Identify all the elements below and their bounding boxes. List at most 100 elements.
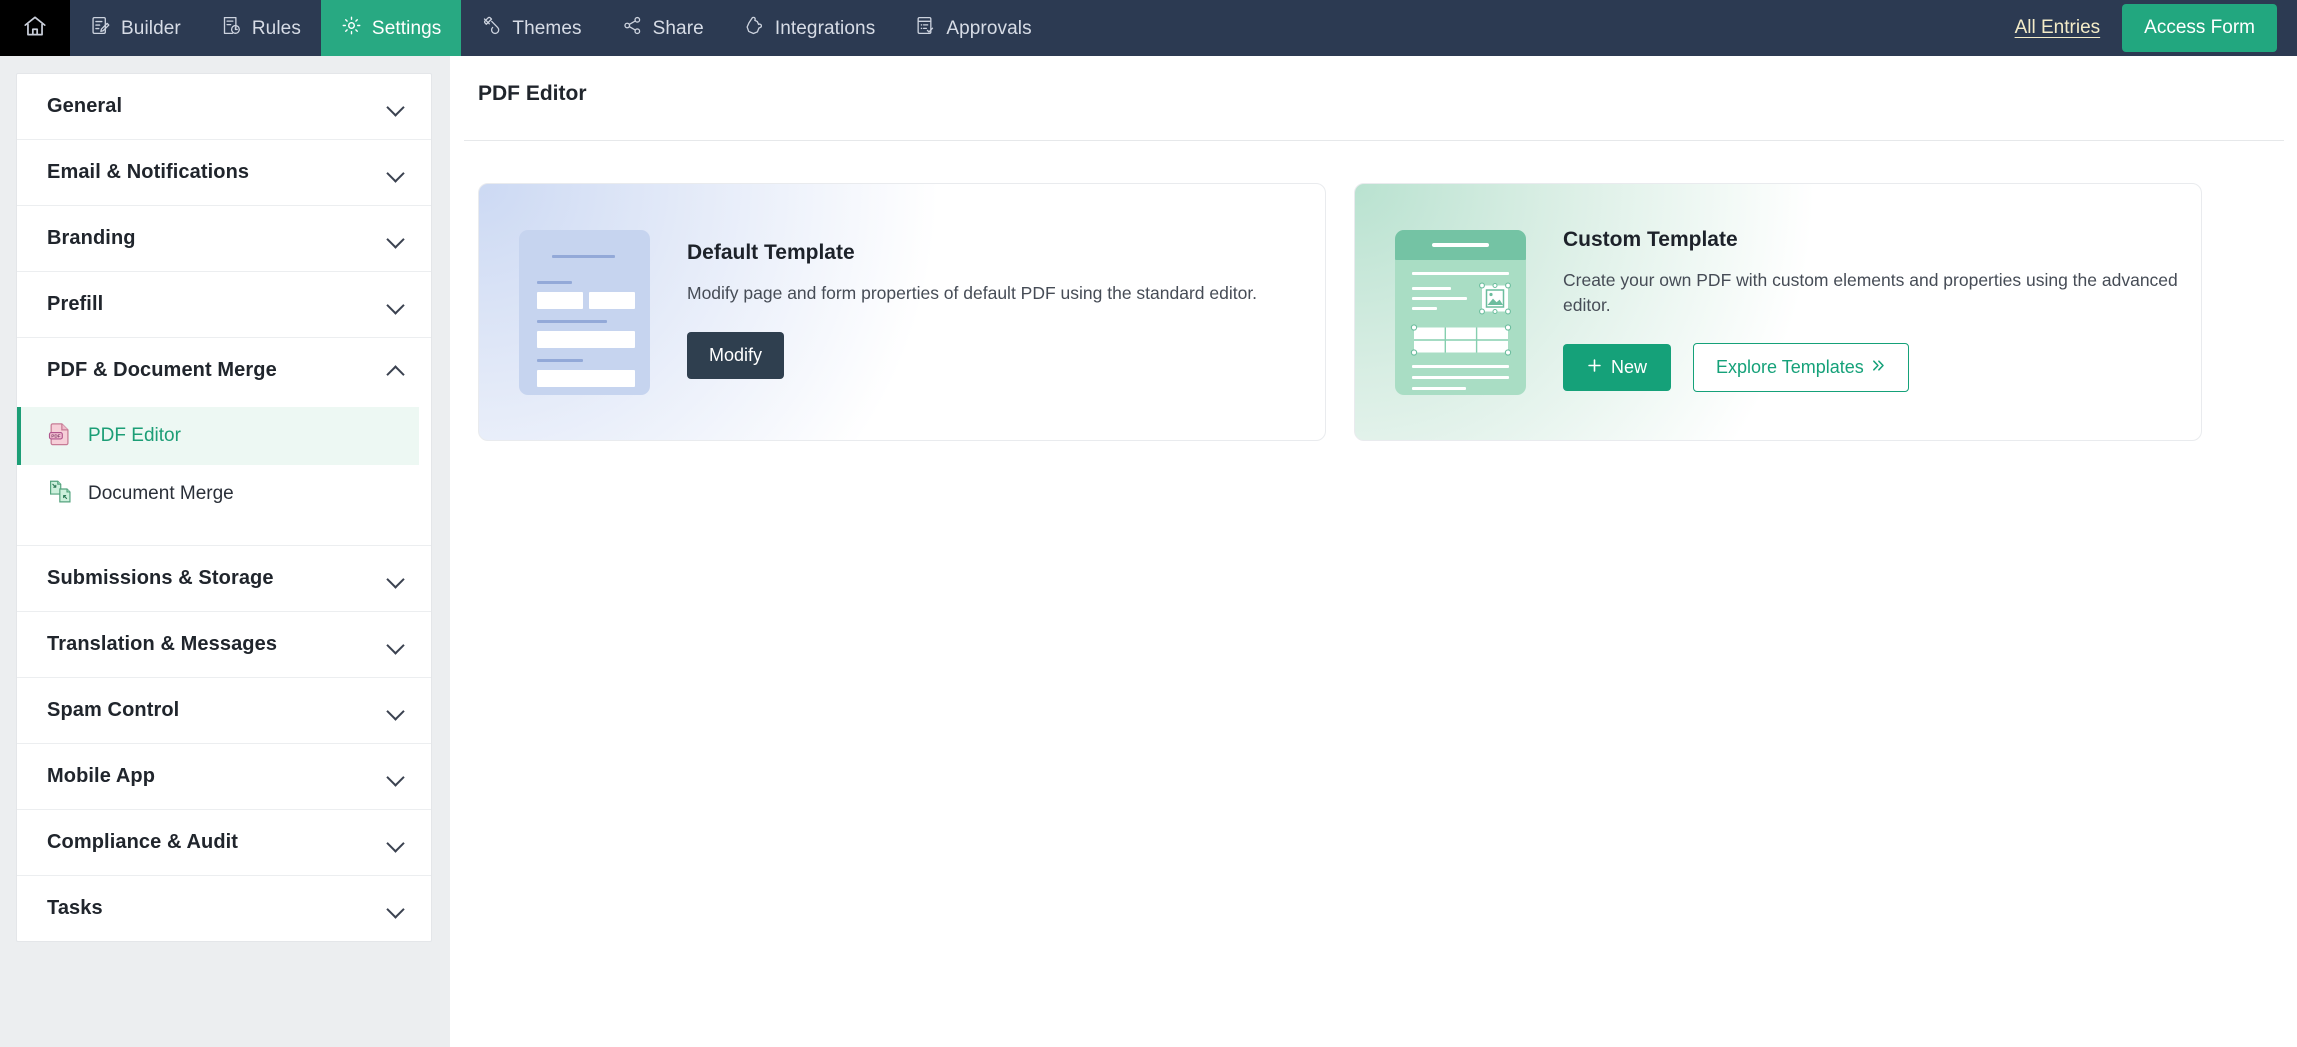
settings-sidebar: General Email & Notifications Branding P… xyxy=(16,73,432,942)
chevron-down-icon xyxy=(387,233,405,244)
sidebar-item-document-merge[interactable]: Document Merge xyxy=(17,465,419,523)
pdf-submenu: PDF PDF Editor Document Merge xyxy=(17,403,431,545)
chevron-down-icon xyxy=(387,903,405,914)
nav-tab-themes[interactable]: Themes xyxy=(461,0,601,56)
sidebar-group-prefill: Prefill xyxy=(17,272,431,338)
title-divider xyxy=(464,140,2284,141)
new-template-button-label: New xyxy=(1611,357,1648,378)
nav-tab-settings[interactable]: Settings xyxy=(320,0,462,56)
sidebar-group-general: General xyxy=(17,74,431,140)
page-title: PDF Editor xyxy=(478,82,587,105)
sidebar-group-translation-messages: Translation & Messages xyxy=(17,612,431,678)
sidebar-item-branding[interactable]: Branding xyxy=(17,206,431,271)
double-chevron-right-icon xyxy=(1871,357,1886,378)
sidebar-item-prefill-label: Prefill xyxy=(47,293,104,315)
default-template-text: Default Template Modify page and form pr… xyxy=(687,241,1257,383)
content-panel: PDF Editor Default Template Modify page xyxy=(450,56,2297,1047)
all-entries-link[interactable]: All Entries xyxy=(2015,17,2101,39)
sidebar-item-compliance-audit[interactable]: Compliance & Audit xyxy=(17,810,431,875)
chevron-down-icon xyxy=(387,837,405,848)
custom-template-title: Custom Template xyxy=(1563,227,1738,251)
nav-tab-builder-label: Builder xyxy=(121,17,181,39)
custom-template-thumbnail xyxy=(1395,229,1526,395)
chevron-down-icon xyxy=(387,167,405,178)
sidebar-item-pdf-document-merge[interactable]: PDF & Document Merge xyxy=(17,338,431,403)
sidebar-group-mobile-app: Mobile App xyxy=(17,744,431,810)
nav-tab-integrations[interactable]: Integrations xyxy=(724,0,896,56)
sidebar-item-translation-messages[interactable]: Translation & Messages xyxy=(17,612,431,677)
sidebar-item-submissions-storage-label: Submissions & Storage xyxy=(47,567,274,589)
document-check-icon xyxy=(915,15,936,42)
sidebar-item-spam-control-label: Spam Control xyxy=(47,699,180,721)
sidebar-item-tasks-label: Tasks xyxy=(47,897,103,919)
nav-tab-rules-label: Rules xyxy=(251,17,301,39)
sidebar-item-submissions-storage[interactable]: Submissions & Storage xyxy=(17,546,431,611)
sidebar-item-pdf-editor-label: PDF Editor xyxy=(88,425,181,446)
sidebar-item-pdf-editor[interactable]: PDF PDF Editor xyxy=(17,407,419,465)
sidebar-group-compliance-audit: Compliance & Audit xyxy=(17,810,431,876)
chevron-down-icon xyxy=(387,101,405,112)
sidebar-item-spam-control[interactable]: Spam Control xyxy=(17,678,431,743)
nav-tab-integrations-label: Integrations xyxy=(774,17,876,39)
nav-tab-builder[interactable]: Builder xyxy=(70,0,201,56)
nav-tab-settings-label: Settings xyxy=(371,17,442,39)
new-template-button[interactable]: New xyxy=(1563,344,1672,392)
sidebar-item-mobile-app[interactable]: Mobile App xyxy=(17,744,431,809)
top-navigation-bar: Builder Rules Settings Themes Share Inte… xyxy=(0,0,2297,56)
chevron-down-icon xyxy=(387,573,405,584)
share-nodes-icon xyxy=(622,15,643,42)
nav-tab-share[interactable]: Share xyxy=(602,0,724,56)
chevron-down-icon xyxy=(387,299,405,310)
sidebar-group-email-notifications: Email & Notifications xyxy=(17,140,431,206)
sidebar-group-spam-control: Spam Control xyxy=(17,678,431,744)
chevron-up-icon xyxy=(387,365,405,376)
home-button[interactable] xyxy=(0,0,70,56)
custom-template-text: Custom Template Create your own PDF with… xyxy=(1563,228,2201,397)
page-body: General Email & Notifications Branding P… xyxy=(0,56,2297,1047)
default-template-actions: Modify xyxy=(687,331,1257,379)
sidebar-item-mobile-app-label: Mobile App xyxy=(47,765,156,787)
default-template-thumbnail xyxy=(519,229,650,395)
sidebar-group-pdf-document-merge: PDF & Document Merge PDF PDF Editor Docu… xyxy=(17,338,431,546)
chevron-down-icon xyxy=(387,771,405,782)
default-template-description: Modify page and form properties of defau… xyxy=(687,283,1258,304)
modify-button[interactable]: Modify xyxy=(687,331,785,379)
sidebar-item-email-notifications-label: Email & Notifications xyxy=(47,161,250,183)
default-template-card[interactable]: Default Template Modify page and form pr… xyxy=(478,183,1326,441)
sidebar-group-branding: Branding xyxy=(17,206,431,272)
puzzle-piece-icon xyxy=(744,15,765,42)
explore-templates-button-label: Explore Templates xyxy=(1716,357,1864,378)
plus-icon xyxy=(1587,357,1602,378)
rules-document-icon xyxy=(221,15,242,42)
form-builder-icon xyxy=(90,15,111,42)
sidebar-item-general[interactable]: General xyxy=(17,74,431,139)
sidebar-item-document-merge-label: Document Merge xyxy=(88,483,234,504)
nav-tab-rules[interactable]: Rules xyxy=(201,0,321,56)
paint-roller-icon xyxy=(481,15,502,42)
sidebar-item-general-label: General xyxy=(47,95,123,117)
sidebar-group-tasks: Tasks xyxy=(17,876,431,941)
pdf-file-icon: PDF xyxy=(47,420,74,452)
svg-text:PDF: PDF xyxy=(51,433,60,438)
custom-template-actions: New Explore Templates xyxy=(1563,343,2201,393)
sidebar-group-submissions-storage: Submissions & Storage xyxy=(17,546,431,612)
sidebar-item-branding-label: Branding xyxy=(47,227,136,249)
merge-documents-icon xyxy=(47,478,74,510)
sidebar-item-tasks[interactable]: Tasks xyxy=(17,876,431,941)
nav-right-actions: All Entries Access Form xyxy=(2015,0,2297,56)
custom-template-description: Create your own PDF with custom elements… xyxy=(1563,269,2178,315)
sidebar-item-prefill[interactable]: Prefill xyxy=(17,272,431,337)
sidebar-item-email-notifications[interactable]: Email & Notifications xyxy=(17,140,431,205)
nav-tab-themes-label: Themes xyxy=(512,17,582,39)
sidebar-item-compliance-audit-label: Compliance & Audit xyxy=(47,831,239,853)
sidebar-item-pdf-document-merge-label: PDF & Document Merge xyxy=(47,359,277,381)
chevron-down-icon xyxy=(387,705,405,716)
template-cards: Default Template Modify page and form pr… xyxy=(478,183,2202,441)
nav-items: Builder Rules Settings Themes Share Inte… xyxy=(70,0,1052,56)
nav-tab-approvals-label: Approvals xyxy=(946,17,1032,39)
explore-templates-button[interactable]: Explore Templates xyxy=(1693,343,1909,393)
nav-tab-approvals[interactable]: Approvals xyxy=(895,0,1051,56)
custom-template-card[interactable]: Custom Template Create your own PDF with… xyxy=(1354,183,2202,441)
default-template-title: Default Template xyxy=(687,241,855,265)
access-form-button[interactable]: Access Form xyxy=(2122,4,2277,52)
